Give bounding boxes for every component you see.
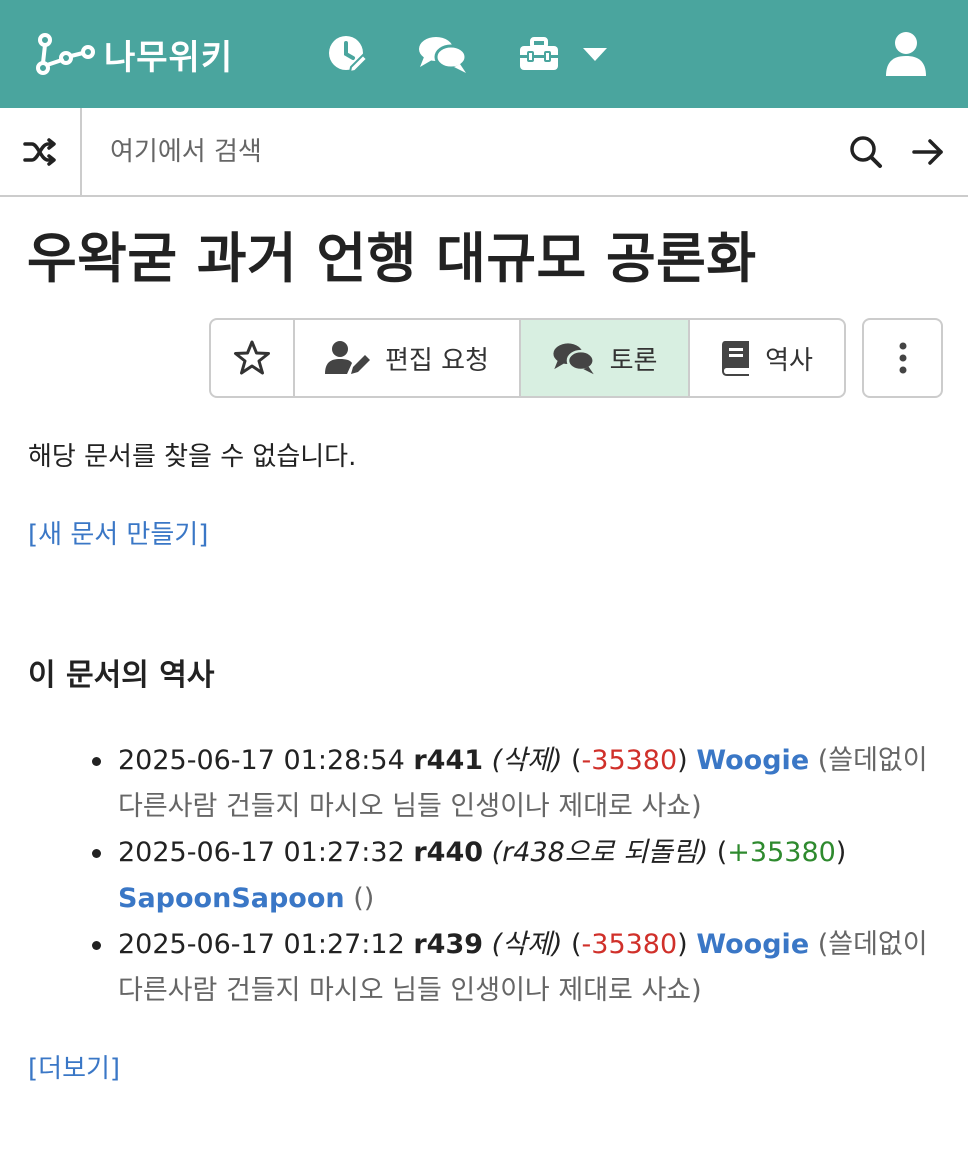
- discussion-icon: [419, 37, 468, 73]
- history-action: (삭제): [491, 745, 563, 776]
- user-menu-button[interactable]: [884, 30, 928, 78]
- discussion-menu-button[interactable]: [418, 30, 468, 78]
- recent-changes-icon: [329, 36, 369, 74]
- tools-menu-button[interactable]: [518, 30, 560, 78]
- history-action: (r438으로 되돌림): [491, 837, 709, 868]
- star-button[interactable]: [211, 320, 295, 396]
- logo-text: 나무위키: [104, 37, 234, 78]
- user-edit-icon: [325, 341, 371, 374]
- diff-count: -35380: [581, 929, 678, 960]
- logo-icon: [36, 33, 95, 75]
- diff-open-paren: (: [716, 837, 728, 868]
- revision-link[interactable]: r440: [413, 837, 483, 868]
- search-button[interactable]: [842, 128, 890, 176]
- diff-count: -35380: [581, 745, 678, 776]
- top-navbar: 나무위키: [0, 0, 968, 108]
- history-time: 2025-06-17 01:27:12: [118, 929, 405, 960]
- diff-close-paren: ): [677, 929, 688, 960]
- diff-open-paren: (: [570, 745, 582, 776]
- diff-close-paren: ): [677, 745, 688, 776]
- discussion-label: 토론: [609, 345, 658, 376]
- history-list: 2025-06-17 01:28:54 r441 (삭제) (-35380) W…: [92, 738, 948, 1014]
- caret-down-icon: [583, 48, 607, 61]
- history-time: 2025-06-17 01:27:32: [118, 837, 405, 868]
- arrow-right-icon: [912, 139, 943, 165]
- recent-changes-button[interactable]: [326, 30, 370, 78]
- edit-request-label: 편집 요청: [385, 345, 489, 376]
- search-input[interactable]: [84, 108, 824, 195]
- book-icon: [722, 341, 750, 376]
- star-icon: [234, 340, 270, 375]
- revision-link[interactable]: r441: [413, 745, 483, 776]
- site-logo[interactable]: 나무위키: [36, 30, 233, 78]
- more-options-button[interactable]: [862, 318, 943, 398]
- history-button[interactable]: 역사: [690, 320, 844, 396]
- document-action-group: 편집 요청 토론 역사: [209, 318, 846, 398]
- discussion-button[interactable]: 토론: [521, 320, 690, 396]
- user-link[interactable]: Woogie: [696, 745, 809, 776]
- history-time: 2025-06-17 01:28:54: [118, 745, 405, 776]
- history-entry: 2025-06-17 01:28:54 r441 (삭제) (-35380) W…: [92, 738, 948, 830]
- edit-request-button[interactable]: 편집 요청: [295, 320, 521, 396]
- history-entry: 2025-06-17 01:27:12 r439 (삭제) (-35380) W…: [92, 922, 948, 1014]
- history-entry: 2025-06-17 01:27:32 r440 (r438으로 되돌림) (+…: [92, 830, 948, 922]
- history-label: 역사: [765, 345, 813, 376]
- search-bar: [0, 108, 968, 197]
- diff-open-paren: (: [570, 929, 582, 960]
- user-link[interactable]: Woogie: [696, 929, 809, 960]
- user-link[interactable]: SapoonSapoon: [118, 883, 345, 914]
- vertical-dots-icon: [899, 342, 906, 374]
- revision-link[interactable]: r439: [413, 929, 483, 960]
- edit-comment: (): [353, 883, 375, 914]
- create-document-link[interactable]: [새 문서 만들기]: [28, 514, 208, 551]
- user-icon: [886, 32, 926, 76]
- page-title: 우왁굳 과거 언행 대규모 공론화: [27, 227, 757, 290]
- history-section-title: 이 문서의 역사: [28, 658, 215, 693]
- not-found-message: 해당 문서를 찾을 수 없습니다.: [28, 442, 357, 472]
- history-action: (삭제): [491, 929, 563, 960]
- diff-close-paren: ): [835, 837, 847, 868]
- more-history-link[interactable]: [더보기]: [28, 1048, 120, 1085]
- diff-count: +35380: [727, 837, 836, 868]
- search-icon: [850, 136, 882, 168]
- random-document-button[interactable]: [0, 108, 82, 195]
- shuffle-icon: [23, 137, 56, 166]
- tools-dropdown-toggle[interactable]: [580, 30, 610, 78]
- tools-icon: [520, 37, 558, 70]
- discussion-icon: [553, 343, 595, 375]
- go-button[interactable]: [904, 128, 952, 176]
